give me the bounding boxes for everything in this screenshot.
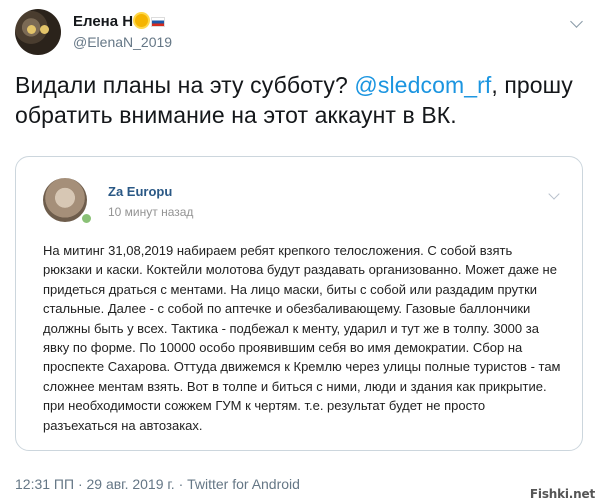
avatar-eye-left (27, 25, 36, 34)
chevron-down-icon[interactable] (570, 15, 583, 28)
tweet-text-start: Видали планы на эту субботу? (15, 72, 355, 98)
tweet-text: Видали планы на эту субботу? @sledcom_rf… (15, 70, 585, 130)
vk-post-time[interactable]: 10 минут назад (108, 205, 193, 219)
russia-flag-icon (151, 17, 166, 27)
author-handle[interactable]: @ElenaN_2019 (73, 34, 172, 50)
vk-chevron-down-icon[interactable] (548, 188, 560, 200)
sun-icon (135, 14, 149, 27)
quoted-vk-post[interactable]: Za Europu 10 минут назад На митинг 31,08… (15, 156, 583, 451)
vk-post-text: На митинг 31,08,2019 набираем ребят креп… (43, 241, 563, 435)
author-display-name[interactable]: Елена Н (73, 13, 133, 30)
author-names: Елена Н @ElenaN_2019 (73, 13, 172, 50)
watermark: Fishki.net (529, 487, 595, 501)
online-indicator (80, 212, 93, 225)
mention-link[interactable]: @sledcom_rf (354, 72, 491, 98)
tweet-footer[interactable]: 12:31 ПП · 29 авг. 2019 г. · Twitter for… (15, 476, 300, 492)
vk-author-name[interactable]: Za Europu (108, 184, 172, 199)
vk-post-body: На митинг 31,08,2019 набираем ребят креп… (43, 243, 561, 433)
retweet-context-strip (0, 0, 599, 6)
avatar-eye-right (40, 25, 49, 34)
author-avatar[interactable] (15, 9, 61, 55)
tweet-header: Елена Н @ElenaN_2019 (15, 9, 585, 59)
